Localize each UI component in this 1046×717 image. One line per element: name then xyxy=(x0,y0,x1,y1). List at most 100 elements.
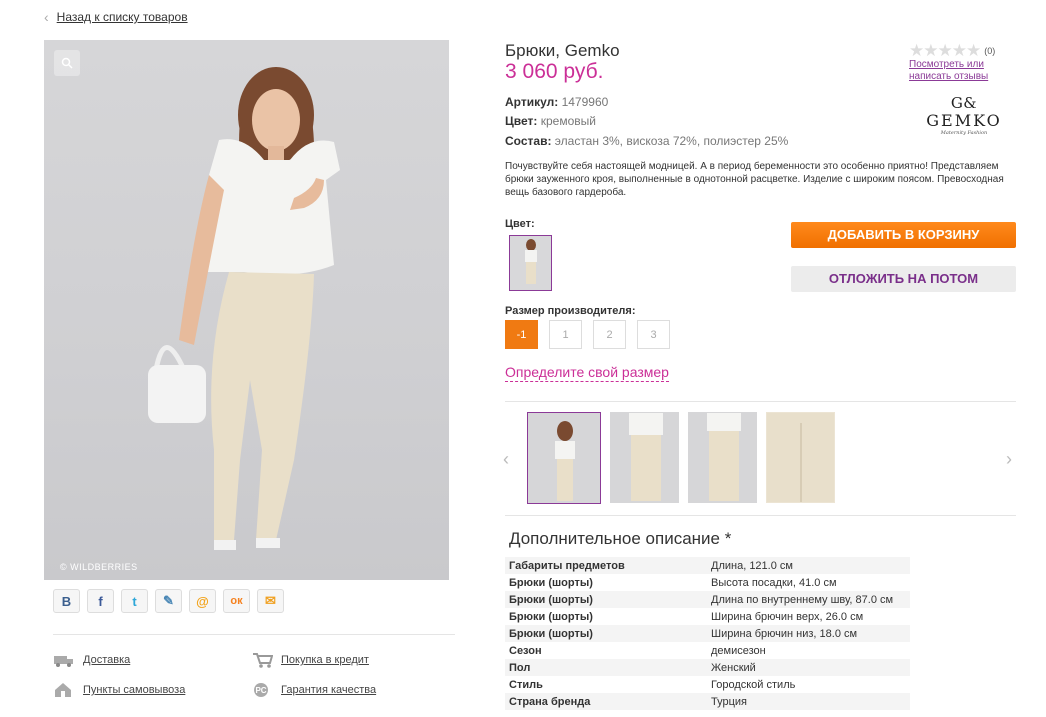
magnifier-icon xyxy=(61,57,73,69)
thumbs-next-arrow-icon[interactable]: › xyxy=(1006,449,1012,470)
zoom-button[interactable] xyxy=(54,50,80,76)
rating-stars-icon: ★★★★★ xyxy=(909,41,981,60)
swatch-thumbnail xyxy=(524,239,537,284)
size-option[interactable]: 3 xyxy=(637,320,670,349)
quality-badge-icon: PC xyxy=(251,682,273,698)
article-row: Артикул: 1479960 xyxy=(505,95,608,109)
spec-value: Женский xyxy=(707,659,910,676)
brand-monogram-icon: G& xyxy=(950,94,978,112)
gallery-thumbnail[interactable] xyxy=(766,412,835,503)
save-for-later-button[interactable]: ОТЛОЖИТЬ НА ПОТОМ xyxy=(791,266,1016,292)
spec-table: Габариты предметов Длина, 121.0 см Брюки … xyxy=(505,557,910,710)
credit-link[interactable]: Покупка в кредит xyxy=(251,652,369,668)
livejournal-icon: ✎ xyxy=(163,593,174,608)
quality-link[interactable]: PC Гарантия качества xyxy=(251,682,376,698)
table-row: Брюки (шорты) Длина по внутреннему шву, 8… xyxy=(505,591,910,608)
spec-key: Страна бренда xyxy=(505,693,707,710)
rating-count: (0) xyxy=(984,46,996,56)
brand-tagline: Maternity Fashion xyxy=(940,130,988,136)
delivery-label: Доставка xyxy=(83,654,131,666)
table-row: Брюки (шорты) Ширина брючин верх, 26.0 см xyxy=(505,608,910,625)
pickup-link[interactable]: Пункты самовывоза xyxy=(53,682,185,698)
share-twitter-button[interactable]: t xyxy=(121,589,148,613)
brand-logo[interactable]: G& GEMKO Maternity Fashion xyxy=(925,94,1003,137)
composition-value: эластан 3%, вискоза 72%, полиэстер 25% xyxy=(554,134,789,148)
composition-row: Состав: эластан 3%, вискоза 72%, полиэст… xyxy=(505,134,788,148)
odnoklassniki-icon: ок xyxy=(230,595,243,607)
spec-key: Стиль xyxy=(509,678,543,691)
share-email-button[interactable]: ✉ xyxy=(257,589,284,613)
rating[interactable]: ★★★★★ (0) xyxy=(909,41,995,61)
table-row: Габариты предметов Длина, 121.0 см xyxy=(505,557,910,574)
table-row: Пол Женский xyxy=(505,659,910,676)
size-selector: -1 1 2 3 xyxy=(505,320,670,349)
spec-key: Пол xyxy=(505,659,707,676)
color-label: Цвет: xyxy=(505,114,538,128)
article-value: 1479960 xyxy=(561,95,609,109)
share-facebook-button[interactable]: f xyxy=(87,589,114,613)
spec-key: Брюки (шорты) xyxy=(509,576,593,589)
table-row: Страна бренда Турция xyxy=(505,693,910,710)
color-swatch[interactable] xyxy=(509,235,552,291)
share-vk-button[interactable]: В xyxy=(53,589,80,613)
pickup-label: Пункты самовывоза xyxy=(83,684,186,696)
size-option[interactable]: 1 xyxy=(549,320,582,349)
find-your-size-link[interactable]: Определите свой размер xyxy=(505,364,669,382)
spec-key: Брюки (шорты) xyxy=(505,591,707,608)
model-illustration xyxy=(148,67,340,550)
size-section-label: Размер производителя: xyxy=(505,305,636,317)
delivery-link[interactable]: Доставка xyxy=(53,652,130,668)
twitter-icon: t xyxy=(132,593,137,609)
table-row: Стиль Городской стиль xyxy=(505,676,910,693)
product-main-photo[interactable]: © WILDBERRIES xyxy=(44,40,449,580)
reviews-link[interactable]: Посмотреть или написать отзывы xyxy=(909,59,1009,83)
size-option[interactable]: 2 xyxy=(593,320,626,349)
table-row: Брюки (шорты) Высота посадки, 41.0 см xyxy=(505,574,910,591)
color-value: кремовый xyxy=(540,114,596,128)
spec-key: Брюки (шорты) xyxy=(505,625,707,642)
spec-value: демисезон xyxy=(711,644,766,657)
color-row: Цвет: кремовый xyxy=(505,114,596,128)
share-odnoklassniki-button[interactable]: ок xyxy=(223,589,250,613)
product-description: Почувствуйте себя настоящей модницей. А … xyxy=(505,161,1004,198)
photo-watermark: © WILDBERRIES xyxy=(60,562,138,572)
spec-value: Турция xyxy=(707,693,910,710)
article-label: Артикул: xyxy=(505,95,559,109)
spec-value: Длина по внутреннему шву, 87.0 см xyxy=(707,591,910,608)
product-price: 3 060 руб. xyxy=(505,60,604,83)
gallery-thumbnail[interactable] xyxy=(527,412,601,504)
quality-label: Гарантия качества xyxy=(281,684,377,696)
spec-key: Сезон xyxy=(509,644,542,657)
svg-text:PC: PC xyxy=(255,686,266,695)
spec-value: Городской стиль xyxy=(711,678,796,691)
back-to-list-link[interactable]: Назад к списку товаров xyxy=(57,10,188,24)
share-mailru-button[interactable]: @ xyxy=(189,589,216,613)
table-row: Сезон демисезон xyxy=(505,642,910,659)
back-link[interactable]: ‹ Назад к списку товаров xyxy=(44,10,188,24)
vk-icon: В xyxy=(61,593,72,609)
spec-value: Высота посадки, 41.0 см xyxy=(711,576,837,589)
share-livejournal-button[interactable]: ✎ xyxy=(155,589,182,613)
thumbs-prev-arrow-icon[interactable]: ‹ xyxy=(503,449,509,470)
facebook-icon: f xyxy=(98,593,103,609)
cart-icon xyxy=(251,652,273,668)
credit-label: Покупка в кредит xyxy=(281,654,369,666)
gallery-thumbnail[interactable] xyxy=(610,412,679,503)
truck-icon xyxy=(53,652,75,668)
divider xyxy=(53,634,455,635)
chevron-left-icon: ‹ xyxy=(44,9,49,25)
spec-value: Ширина брючин низ, 18.0 см xyxy=(707,625,910,642)
house-icon xyxy=(53,682,75,698)
share-buttons: В f t ✎ @ ок ✉ xyxy=(53,589,284,613)
extra-description-title: Дополнительное описание * xyxy=(509,529,732,548)
brand-name: GEMKO xyxy=(926,111,1002,130)
thumbnail-gallery xyxy=(527,412,835,504)
spec-key: Габариты предметов xyxy=(505,557,707,574)
spec-key: Брюки (шорты) xyxy=(509,610,593,623)
add-to-cart-button[interactable]: ДОБАВИТЬ В КОРЗИНУ xyxy=(791,222,1016,248)
size-option[interactable]: -1 xyxy=(505,320,538,349)
divider xyxy=(505,401,1016,402)
table-row: Брюки (шорты) Ширина брючин низ, 18.0 см xyxy=(505,625,910,642)
divider xyxy=(505,515,1016,516)
gallery-thumbnail[interactable] xyxy=(688,412,757,503)
